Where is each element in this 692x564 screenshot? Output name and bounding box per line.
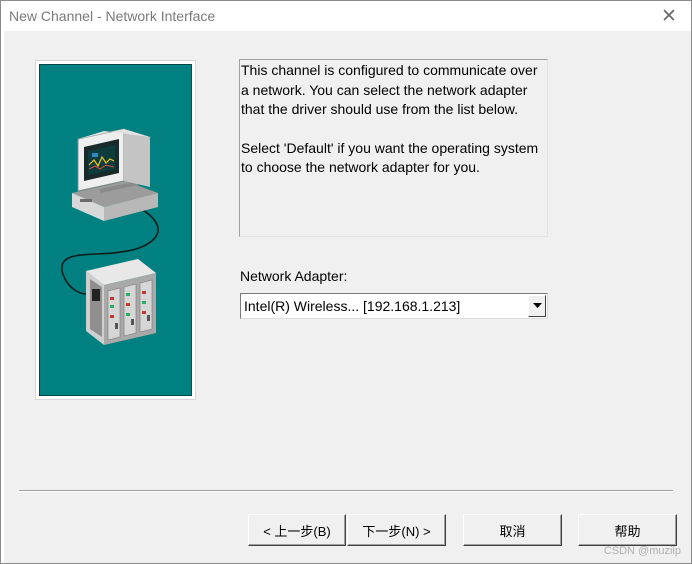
window-edge <box>1 31 4 563</box>
network-interface-dialog: New Channel - Network Interface ✕ This c… <box>0 0 692 564</box>
chevron-down-icon <box>532 303 542 308</box>
wizard-illustration <box>35 60 196 400</box>
back-button[interactable]: < 上一步(B) <box>248 514 346 546</box>
button-divider <box>19 490 673 492</box>
next-button[interactable]: 下一步(N) > <box>347 514 446 546</box>
cancel-button[interactable]: 取消 <box>463 514 562 546</box>
title-bar: New Channel - Network Interface ✕ <box>1 1 691 31</box>
network-adapter-select[interactable]: Intel(R) Wireless... [192.168.1.213] <box>240 293 548 319</box>
network-adapter-label: Network Adapter: <box>240 268 348 284</box>
dropdown-button[interactable] <box>528 295 546 317</box>
illustration-panel <box>39 64 192 396</box>
default-hint-text: Select 'Default' if you want the operati… <box>241 139 539 176</box>
window-title: New Channel - Network Interface <box>9 8 216 24</box>
description-panel: This channel is configured to communicat… <box>239 59 548 237</box>
network-illustration <box>61 128 159 345</box>
watermark: CSDN @muzilp <box>603 545 681 557</box>
device-rack-icon <box>86 259 156 345</box>
close-icon[interactable]: ✕ <box>657 5 681 27</box>
description-text: This channel is configured to communicat… <box>241 62 538 117</box>
computer-icon <box>72 128 158 221</box>
network-adapter-value: Intel(R) Wireless... [192.168.1.213] <box>244 298 461 314</box>
help-button[interactable]: 帮助 <box>578 514 677 546</box>
